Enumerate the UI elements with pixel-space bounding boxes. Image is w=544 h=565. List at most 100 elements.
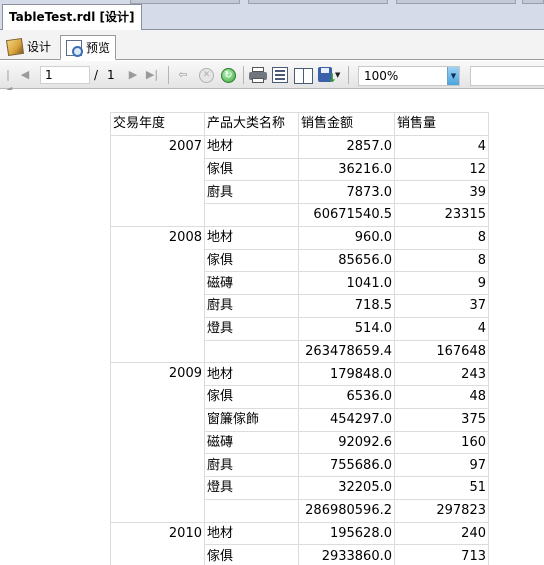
quantity-cell: 375 [394, 407, 489, 432]
quantity-cell: 8 [394, 225, 489, 250]
category-cell: 窗簾傢飾 [204, 407, 299, 432]
quantity-cell: 48 [394, 385, 489, 409]
view-tab-bar: 设计 预览 [0, 30, 544, 60]
amount-cell: 32205.0 [298, 476, 395, 500]
toolbar-separator [348, 66, 349, 84]
stop-icon[interactable]: ✕ [199, 68, 214, 83]
amount-cell: 514.0 [298, 316, 395, 341]
quantity-cell: 8 [394, 248, 489, 273]
amount-cell: 2933860.0 [298, 544, 395, 565]
year-cell: 2007 [110, 134, 205, 227]
hidden-document-tab[interactable] [130, 0, 240, 4]
hidden-document-tab[interactable] [248, 0, 388, 4]
toolbar-separator [243, 66, 244, 84]
category-cell: 地材 [204, 362, 299, 386]
report-canvas: 交易年度 产品大类名称 销售金额 销售量 2007 地材 2857.0 4 傢俱 3621… [0, 90, 544, 565]
amount-cell: 1041.0 [298, 271, 395, 295]
hidden-document-tab[interactable] [396, 0, 516, 4]
category-cell: 地材 [204, 225, 299, 250]
subtotal-amount-cell: 286980596.2 [298, 498, 395, 523]
year-cell: 2009 [110, 362, 205, 523]
amount-cell: 7873.0 [298, 180, 395, 204]
category-cell: 地材 [204, 134, 299, 159]
back-icon[interactable]: ⇦ [177, 67, 189, 83]
amount-cell: 755686.0 [298, 453, 395, 477]
table-row: 2007 地材 2857.0 4 [110, 134, 489, 227]
quantity-cell: 160 [394, 430, 489, 455]
quantity-cell: 12 [394, 157, 489, 182]
tab-preview-label: 预览 [86, 41, 111, 55]
export-icon[interactable]: ↓ ▼ [318, 67, 340, 84]
print-layout-icon[interactable] [272, 67, 288, 83]
hidden-document-tab[interactable] [522, 0, 544, 4]
category-cell: 燈具 [204, 476, 299, 500]
quantity-cell: 39 [394, 180, 489, 204]
quantity-cell: 4 [394, 134, 489, 159]
find-input[interactable] [470, 66, 544, 86]
current-page-input[interactable]: 1 [40, 66, 90, 84]
amount-cell: 179848.0 [298, 362, 395, 386]
category-cell: 傢俱 [204, 157, 299, 182]
last-page-icon[interactable]: ▶| [145, 67, 159, 83]
quantity-cell: 37 [394, 294, 489, 318]
subtotal-amount-cell: 60671540.5 [298, 203, 395, 227]
subtotal-label-cell [204, 339, 299, 364]
tab-design[interactable]: 设计 [2, 35, 56, 58]
table-row: 2010 地材 195628.0 240 [110, 521, 489, 565]
header-amount: 销售金额 [298, 112, 395, 136]
page-of-separator: / [94, 68, 99, 82]
category-cell: 廚具 [204, 294, 299, 318]
amount-cell: 195628.0 [298, 521, 395, 546]
subtotal-label-cell [204, 203, 299, 227]
table-row: 2009 地材 179848.0 243 [110, 362, 489, 523]
tab-preview[interactable]: 预览 [60, 35, 117, 60]
subtotal-quantity-cell: 167648 [394, 339, 489, 364]
document-tab-strip: TableTest.rdl [设计] [0, 0, 544, 30]
chevron-down-icon[interactable]: ▼ [447, 67, 459, 85]
total-pages: 1 [107, 68, 115, 82]
header-quantity: 销售量 [394, 112, 489, 136]
year-cell: 2010 [110, 521, 205, 565]
quantity-cell: 97 [394, 453, 489, 477]
zoom-select[interactable]: 100% ▼ [358, 66, 460, 86]
print-icon[interactable] [249, 67, 267, 83]
amount-cell: 960.0 [298, 225, 395, 250]
category-cell: 傢俱 [204, 385, 299, 409]
tab-design-label: 设计 [27, 40, 52, 54]
category-cell: 地材 [204, 521, 299, 546]
document-tab-tabletest[interactable]: TableTest.rdl [设计] [2, 4, 142, 30]
category-cell: 磁磚 [204, 430, 299, 455]
sales-table: 交易年度 产品大类名称 销售金额 销售量 2007 地材 2857.0 4 傢俱 3621… [110, 112, 489, 565]
page-setup-icon[interactable] [294, 67, 313, 84]
amount-cell: 92092.6 [298, 430, 395, 455]
amount-cell: 36216.0 [298, 157, 395, 182]
amount-cell: 2857.0 [298, 134, 395, 159]
amount-cell: 6536.0 [298, 385, 395, 409]
subtotal-quantity-cell: 297823 [394, 498, 489, 523]
amount-cell: 718.5 [298, 294, 395, 318]
report-toolbar: |◀ ◀ 1 / 1 ▶ ▶| ⇦ ✕ ↻ ↓▼ 100% ▼ [0, 61, 544, 97]
design-icon [5, 37, 25, 56]
category-cell: 磁磚 [204, 271, 299, 295]
quantity-cell: 713 [394, 544, 489, 565]
previous-page-icon[interactable]: ◀ [20, 67, 30, 83]
year-cell: 2008 [110, 225, 205, 364]
amount-cell: 85656.0 [298, 248, 395, 273]
amount-cell: 454297.0 [298, 407, 395, 432]
table-body: 2007 地材 2857.0 4 傢俱 36216.0 12 廚具 7873.0 39 606715… [110, 134, 489, 565]
subtotal-amount-cell: 263478659.4 [298, 339, 395, 364]
first-page-icon[interactable]: |◀ [2, 67, 14, 97]
subtotal-quantity-cell: 23315 [394, 203, 489, 227]
category-cell: 廚具 [204, 453, 299, 477]
quantity-cell: 243 [394, 362, 489, 386]
quantity-cell: 9 [394, 271, 489, 295]
zoom-value: 100% [364, 69, 399, 83]
refresh-icon[interactable]: ↻ [221, 68, 236, 83]
quantity-cell: 240 [394, 521, 489, 546]
quantity-cell: 4 [394, 316, 489, 341]
toolbar-separator [168, 66, 169, 84]
header-category: 产品大类名称 [204, 112, 299, 136]
category-cell: 傢俱 [204, 248, 299, 273]
next-page-icon[interactable]: ▶ [128, 67, 138, 83]
table-row: 2008 地材 960.0 8 [110, 225, 489, 364]
